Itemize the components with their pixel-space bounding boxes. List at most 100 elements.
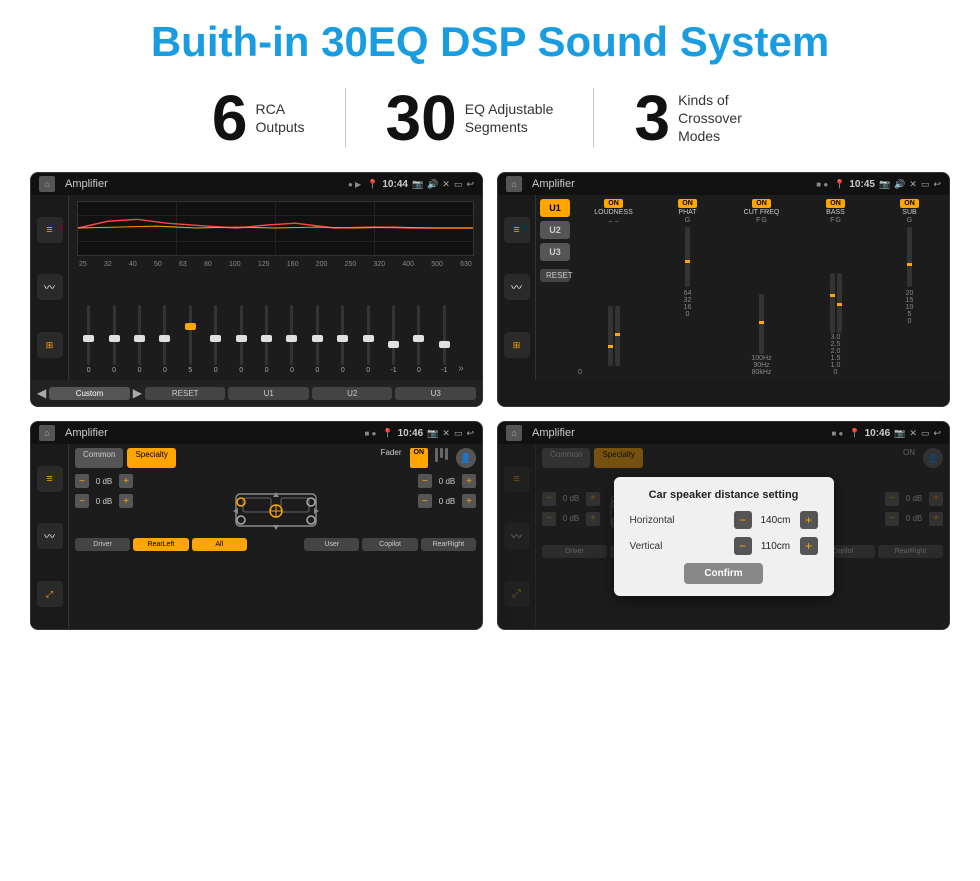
main-title: Buith-in 30EQ DSP Sound System xyxy=(30,18,950,66)
crossover-reset-btn[interactable]: RESET xyxy=(540,269,570,282)
home-icon-3[interactable]: ⌂ xyxy=(39,425,55,441)
speaker-icon[interactable]: ⊞ xyxy=(37,332,63,358)
rearleft-btn[interactable]: RearLeft xyxy=(133,538,188,551)
wave-icon[interactable]: 〰 xyxy=(37,274,63,300)
right-controls: − 0 dB + − 0 dB + xyxy=(418,474,476,508)
db-control-rl: − 0 dB + xyxy=(75,494,133,508)
back-icon-4[interactable]: ↩ xyxy=(933,428,941,439)
horizontal-minus-btn[interactable]: − xyxy=(734,511,752,529)
horizontal-row: Horizontal − 140cm + xyxy=(630,511,818,529)
driver-btn[interactable]: Driver xyxy=(75,538,130,551)
wave-icon-3[interactable]: 〰 xyxy=(37,523,63,549)
all-btn[interactable]: All xyxy=(192,538,247,551)
reset-btn[interactable]: RESET xyxy=(145,387,226,400)
screen-eq: ⌂ Amplifier ● ▶ 📍 10:44 📷 🔊 ✕ ▭ ↩ ≡ 〰 ⊞ xyxy=(30,172,483,407)
db-rr-minus[interactable]: − xyxy=(418,494,432,508)
common-tab[interactable]: Common xyxy=(75,448,123,468)
u1-btn[interactable]: U1 xyxy=(228,387,309,400)
profile-icon-3[interactable]: 👤 xyxy=(456,448,476,468)
db-fl-plus[interactable]: + xyxy=(119,474,133,488)
stat-number-rca: 6 xyxy=(212,86,248,150)
rearright-btn[interactable]: RearRight xyxy=(421,538,476,551)
user-btn[interactable]: User xyxy=(304,538,359,551)
stat-item-eq: 30 EQ AdjustableSegments xyxy=(346,86,594,150)
db-rl-minus[interactable]: − xyxy=(75,494,89,508)
copilot-btn[interactable]: Copilot xyxy=(362,538,417,551)
prev-arrow[interactable]: ◀ xyxy=(37,386,46,400)
stat-label-crossover: Kinds ofCrossover Modes xyxy=(678,91,768,146)
u1-crossover-btn[interactable]: U1 xyxy=(540,199,570,217)
eq-icon[interactable]: ≡ xyxy=(37,217,63,243)
db-fr-plus[interactable]: + xyxy=(462,474,476,488)
speaker-layout-area: − 0 dB + − 0 dB + xyxy=(75,474,476,534)
channels-row: ON LOUDNESS ~~ xyxy=(578,199,945,376)
x-icon-4: ✕ xyxy=(909,428,917,439)
speaker-icon-2[interactable]: ⊞ xyxy=(504,332,530,358)
status-bar-1: ⌂ Amplifier ● ▶ 📍 10:44 📷 🔊 ✕ ▭ ↩ xyxy=(31,173,482,195)
tab-row: Common Specialty Fader ON 👤 xyxy=(75,448,476,468)
eq-slider-9: 0 xyxy=(306,305,329,374)
expand-icon-3[interactable]: ⤢ xyxy=(37,581,63,607)
back-icon-3[interactable]: ↩ xyxy=(466,428,474,439)
home-icon-1[interactable]: ⌂ xyxy=(39,176,55,192)
back-icon-2[interactable]: ↩ xyxy=(933,179,941,190)
screen3-content: ≡ 〰 ⤢ Common Specialty Fader ON xyxy=(31,444,482,629)
dialog-overlay: Car speaker distance setting Horizontal … xyxy=(498,444,949,629)
channel-sub: ON SUB G 20 15 10 5 0 xyxy=(874,199,945,376)
camera-icon-1: 📷 xyxy=(412,179,423,190)
horizontal-value: 140cm xyxy=(756,515,796,526)
db-rl-plus[interactable]: + xyxy=(119,494,133,508)
specialty-tab[interactable]: Specialty xyxy=(127,448,175,468)
expand-icon[interactable]: » xyxy=(458,363,474,374)
car-diagram xyxy=(139,474,412,534)
eq-slider-7: 0 xyxy=(255,305,278,374)
loudness-on[interactable]: ON xyxy=(604,199,623,208)
status-icons-1: 📍 10:44 📷 🔊 ✕ ▭ ↩ xyxy=(367,179,474,190)
phat-on[interactable]: ON xyxy=(678,199,697,208)
wave-icon-2[interactable]: 〰 xyxy=(504,274,530,300)
eq-slider-3: 0 xyxy=(153,305,176,374)
eq-slider-10: 0 xyxy=(331,305,354,374)
location-icon-2: 📍 xyxy=(834,179,845,190)
u3-crossover-btn[interactable]: U3 xyxy=(540,243,570,261)
screen3-sidebar: ≡ 〰 ⤢ xyxy=(31,444,69,629)
vertical-plus-btn[interactable]: + xyxy=(800,537,818,555)
db-control-fr: − 0 dB + xyxy=(418,474,476,488)
back-icon-1[interactable]: ↩ xyxy=(466,179,474,190)
bass-on[interactable]: ON xyxy=(826,199,845,208)
stats-row: 6 RCAOutputs 30 EQ AdjustableSegments 3 … xyxy=(30,86,950,150)
x-icon-1: ✕ xyxy=(442,179,450,190)
u-buttons: U1 U2 U3 RESET xyxy=(536,195,574,380)
db-rr-plus[interactable]: + xyxy=(462,494,476,508)
u2-btn[interactable]: U2 xyxy=(312,387,393,400)
loudness-sliders xyxy=(608,229,620,366)
eq-slider-1: 0 xyxy=(102,305,125,374)
db-fr-minus[interactable]: − xyxy=(418,474,432,488)
screen3-title: Amplifier xyxy=(65,427,358,439)
home-icon-4[interactable]: ⌂ xyxy=(506,425,522,441)
confirm-button[interactable]: Confirm xyxy=(684,563,762,584)
battery-icon-1: ▭ xyxy=(454,179,463,190)
bottom-btns-3: Driver RearLeft All User Copilot RearRig… xyxy=(75,538,476,551)
u3-btn[interactable]: U3 xyxy=(395,387,476,400)
custom-btn[interactable]: Custom xyxy=(49,387,130,400)
camera-icon-2: 📷 xyxy=(879,179,890,190)
eq-area: 25 32 40 50 63 80 100 125 160 200 250 32… xyxy=(69,195,482,380)
volume-icon-2: 🔊 xyxy=(894,179,905,190)
horizontal-plus-btn[interactable]: + xyxy=(800,511,818,529)
sub-on[interactable]: ON xyxy=(900,199,919,208)
status-time-3: 10:46 xyxy=(398,428,424,439)
eq-icon-2[interactable]: ≡ xyxy=(504,217,530,243)
vertical-minus-btn[interactable]: − xyxy=(734,537,752,555)
db-rl-value: 0 dB xyxy=(91,497,117,506)
cutfreq-on[interactable]: ON xyxy=(752,199,771,208)
dialog-box: Car speaker distance setting Horizontal … xyxy=(614,477,834,596)
fader-on-badge[interactable]: ON xyxy=(410,448,429,468)
home-icon-2[interactable]: ⌂ xyxy=(506,176,522,192)
eq-icon-3[interactable]: ≡ xyxy=(37,466,63,492)
u2-crossover-btn[interactable]: U2 xyxy=(540,221,570,239)
vertical-row: Vertical − 110cm + xyxy=(630,537,818,555)
screen2-sidebar: ≡ 〰 ⊞ xyxy=(498,195,536,380)
db-fl-minus[interactable]: − xyxy=(75,474,89,488)
next-arrow[interactable]: ▶ xyxy=(133,386,142,400)
